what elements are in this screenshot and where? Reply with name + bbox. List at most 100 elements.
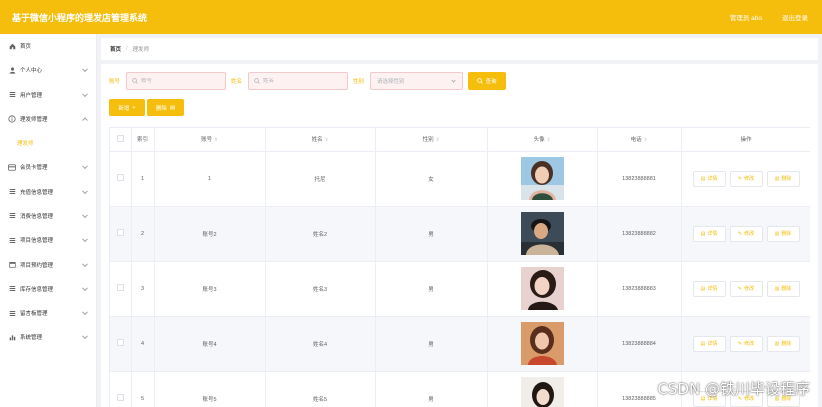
delete-button[interactable]: ▥ 删除 — [766, 280, 800, 297]
sidebar-item-message-board-management[interactable]: 留言板管理 — [0, 301, 96, 325]
name-search-input[interactable] — [263, 78, 343, 84]
plus-icon: + — [132, 104, 136, 111]
list-icon — [8, 285, 16, 293]
pencil-icon: ✎ — [737, 340, 743, 347]
avatar-image[interactable] — [520, 267, 564, 310]
chevron-down-icon — [451, 78, 456, 83]
account-header[interactable]: 账号 ⇕ — [154, 128, 266, 152]
delete-button-label: 删除 — [781, 286, 792, 292]
user-icon — [8, 66, 16, 74]
operations-cell: ▤ 详情 ✎ 修改 ▥ 删除 — [681, 261, 810, 317]
sort-icon[interactable]: ⇕ — [436, 137, 440, 143]
sidebar-item-barber-management[interactable]: 理发师管理 — [0, 107, 96, 131]
index-cell: 2 — [131, 206, 155, 262]
trash-icon: ▤ — [169, 104, 176, 111]
sidebar-item-appointment-management[interactable]: 项目预约管理 — [0, 252, 96, 276]
row-select-cell — [110, 151, 132, 207]
sort-icon[interactable]: ⇕ — [547, 137, 551, 143]
name-header[interactable]: 姓名 ⇕ — [265, 128, 376, 152]
batch-delete-button[interactable]: 删除 ▤ — [147, 99, 184, 116]
pencil-icon: ✎ — [737, 285, 743, 292]
chevron-down-icon — [82, 66, 88, 73]
gender-select[interactable]: 请选择性别 — [370, 72, 463, 90]
name-cell: 姓名3 — [265, 261, 376, 317]
chart-icon — [8, 333, 16, 341]
edit-button-label: 修改 — [744, 286, 755, 292]
row-checkbox[interactable] — [116, 284, 124, 291]
index-cell: 4 — [131, 316, 155, 372]
name-cell: 姓名5 — [265, 371, 376, 407]
gender-header-label: 性别 — [422, 137, 434, 144]
sidebar-item-label: 库存信息管理 — [20, 286, 54, 293]
sidebar-item-system-management[interactable]: 系统管理 — [0, 325, 96, 349]
sort-icon[interactable]: ⇕ — [214, 137, 218, 143]
avatar-image[interactable] — [520, 377, 564, 407]
phone-header-label: 电话 — [630, 137, 642, 144]
delete-button[interactable]: ▥ 删除 — [766, 225, 800, 242]
name-cell: 姓名2 — [265, 206, 376, 262]
document-icon: ▤ — [700, 285, 706, 292]
row-select-cell — [110, 206, 132, 262]
sidebar-item-personal-center[interactable]: 个人中心 — [0, 58, 96, 82]
sidebar-item-label: 留言板管理 — [20, 311, 48, 318]
row-checkbox[interactable] — [116, 339, 124, 346]
avatar-image[interactable] — [520, 212, 564, 255]
avatar-header[interactable]: 头像 ⇕ — [487, 128, 598, 152]
edit-button[interactable]: ✎ 修改 — [729, 170, 763, 187]
name-search-field[interactable] — [248, 72, 348, 90]
gender-select-placeholder: 请选择性别 — [377, 79, 405, 85]
logout-link[interactable]: 退出登录 — [782, 12, 808, 22]
gender-cell: 男 — [375, 371, 488, 407]
sidebar-item-user-management[interactable]: 用户管理 — [0, 83, 96, 107]
gender-header[interactable]: 性别 ⇕ — [375, 128, 488, 152]
account-cell: 账号2 — [154, 206, 266, 262]
avatar-image[interactable] — [520, 322, 564, 365]
delete-button[interactable]: ▥ 删除 — [766, 170, 800, 187]
sidebar-item-membership-card-management[interactable]: 会员卡管理 — [0, 155, 96, 179]
operations-cell: ▤ 详情 ✎ 修改 ▥ 删除 — [681, 316, 810, 372]
row-checkbox[interactable] — [116, 174, 124, 181]
pencil-icon: ✎ — [737, 175, 743, 182]
account-search-input[interactable] — [141, 78, 221, 84]
query-button[interactable]: 查询 — [468, 72, 506, 90]
main-area: 首页 / 理发师 账号 姓名 性别 请选择性别 查询 — [98, 34, 822, 407]
edit-button[interactable]: ✎ 修改 — [729, 225, 763, 242]
select-all-checkbox[interactable] — [116, 134, 124, 142]
row-checkbox[interactable] — [116, 229, 124, 236]
delete-button[interactable]: ▥ 删除 — [766, 335, 800, 352]
edit-button[interactable]: ✎ 修改 — [729, 280, 763, 297]
delete-button-label: 删除 — [781, 176, 792, 182]
phone-header[interactable]: 电话 ⇕ — [597, 128, 682, 152]
calendar-icon — [8, 261, 16, 269]
name-header-label: 姓名 — [311, 137, 323, 144]
sidebar-item-home[interactable]: 首页 — [0, 34, 96, 58]
avatar-image[interactable] — [520, 157, 564, 200]
breadcrumb-home[interactable]: 首页 — [110, 45, 121, 53]
account-search-field[interactable] — [126, 72, 226, 90]
sidebar-item-inventory-management[interactable]: 库存信息管理 — [0, 277, 96, 301]
sort-icon[interactable]: ⇕ — [644, 137, 648, 143]
sidebar-subitem-barber[interactable]: 理发师 — [0, 131, 96, 156]
trash-icon: ▥ — [774, 230, 780, 237]
add-button-label: 新增 — [118, 105, 130, 112]
phone-cell: 13823888882 — [597, 206, 682, 262]
edit-button[interactable]: ✎ 修改 — [729, 335, 763, 352]
delete-button-label: 删除 — [781, 231, 792, 237]
chevron-down-icon — [82, 163, 88, 170]
chevron-down-icon — [82, 260, 88, 267]
sidebar-item-label: 会员卡管理 — [20, 165, 48, 172]
document-icon: ▤ — [700, 175, 706, 182]
detail-button[interactable]: ▤ 详情 — [692, 335, 726, 352]
batch-delete-button-label: 删除 — [155, 105, 167, 112]
detail-button[interactable]: ▤ 详情 — [692, 170, 726, 187]
row-checkbox[interactable] — [116, 394, 124, 401]
gender-cell: 男 — [375, 316, 488, 372]
add-button[interactable]: 新增 + — [109, 99, 145, 116]
sidebar-item-recharge-management[interactable]: 充值信息管理 — [0, 179, 96, 203]
sidebar-item-service-management[interactable]: 项目信息管理 — [0, 228, 96, 252]
sidebar-item-consumption-management[interactable]: 消费信息管理 — [0, 204, 96, 228]
detail-button[interactable]: ▤ 详情 — [692, 225, 726, 242]
table-header-row: 索引 账号 ⇕ 姓名 ⇕ 性别 ⇕ 头像 ⇕ 电话 ⇕ 操作 — [110, 128, 810, 152]
detail-button[interactable]: ▤ 详情 — [692, 280, 726, 297]
sort-icon[interactable]: ⇕ — [325, 137, 329, 143]
